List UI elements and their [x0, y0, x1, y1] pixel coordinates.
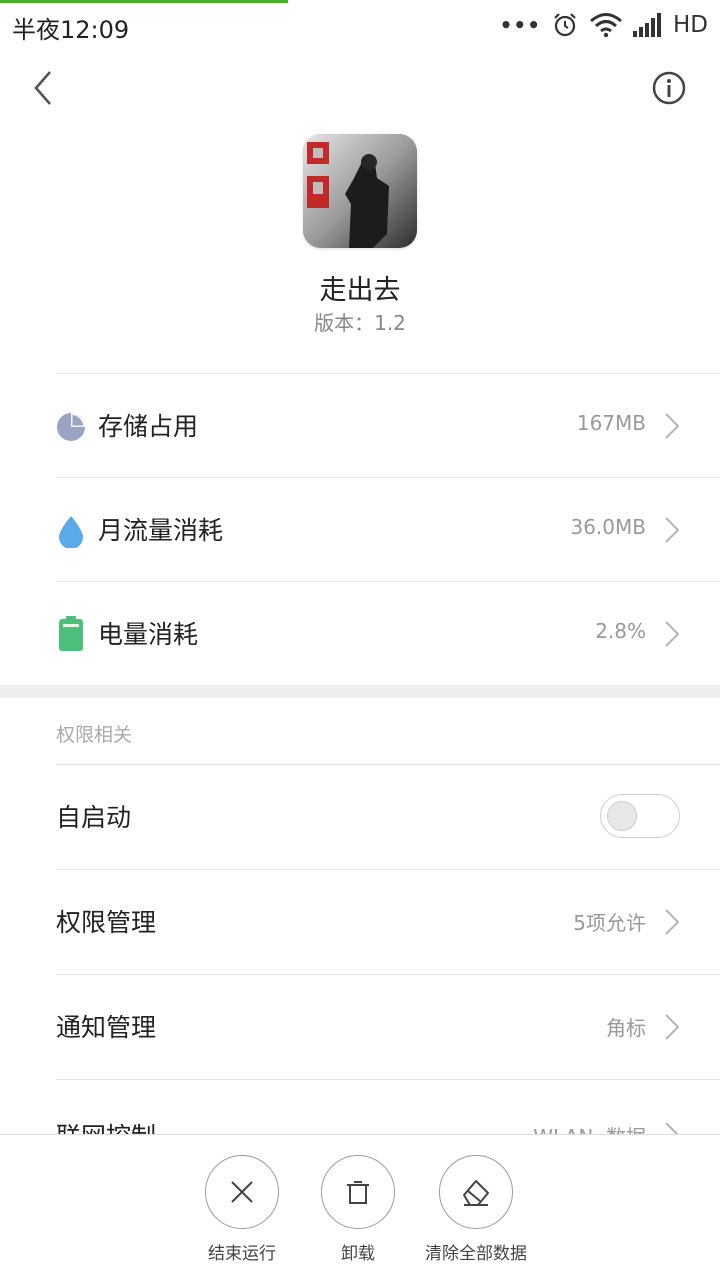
pie-chart-icon	[57, 413, 85, 441]
app-icon-artwork	[303, 134, 417, 248]
water-drop-icon	[59, 516, 83, 548]
storage-usage-label: 存储占用	[98, 412, 199, 441]
chevron-right-icon	[665, 1014, 680, 1040]
close-icon	[231, 1181, 253, 1203]
notification-manage-label: 通知管理	[56, 1013, 157, 1042]
permissions-section-title: 权限相关	[56, 724, 133, 746]
data-usage-value: 36.0MB	[570, 515, 646, 539]
more-dots-icon: •••	[499, 13, 541, 37]
force-stop-circle	[205, 1155, 279, 1229]
chevron-left-icon	[34, 71, 51, 105]
chevron-right-icon	[665, 517, 680, 543]
wifi-icon	[590, 13, 622, 38]
info-icon	[652, 71, 686, 105]
clear-data-button[interactable]: 清除全部数据	[406, 1155, 546, 1264]
divider	[56, 1079, 720, 1080]
trash-icon	[347, 1181, 369, 1204]
section-separator	[0, 685, 720, 698]
uninstall-circle	[321, 1155, 395, 1229]
notification-manage-value: 角标	[606, 1016, 646, 1040]
network-type-label: HD	[672, 12, 708, 38]
notification-manage-row[interactable]: 通知管理 角标	[0, 975, 720, 1079]
alarm-icon	[554, 13, 576, 37]
battery-usage-row[interactable]: 电量消耗 2.8%	[0, 582, 720, 686]
clear-data-label: 清除全部数据	[425, 1244, 527, 1264]
permission-manage-row[interactable]: 权限管理 5项允许	[0, 870, 720, 974]
status-icons: ••• HD	[500, 8, 708, 42]
storage-usage-value: 167MB	[576, 411, 646, 435]
app-icon	[303, 134, 417, 248]
status-time: 半夜12:09	[12, 16, 130, 44]
storage-usage-row[interactable]: 存储占用 167MB	[0, 374, 720, 478]
battery-usage-value: 2.8%	[595, 619, 646, 643]
permission-manage-label: 权限管理	[56, 908, 157, 937]
status-bar: 半夜12:09 ••• HD	[0, 0, 720, 50]
bottom-action-bar: 结束运行 卸载 清除全部数据	[0, 1134, 720, 1281]
autostart-label: 自启动	[56, 803, 132, 832]
clear-data-circle	[439, 1155, 513, 1229]
data-usage-row[interactable]: 月流量消耗 36.0MB	[0, 478, 720, 582]
toggle-knob	[607, 801, 637, 831]
autostart-toggle[interactable]	[600, 794, 680, 838]
battery-icon	[59, 616, 83, 651]
app-info-button[interactable]	[651, 70, 687, 106]
permission-manage-value: 5项允许	[573, 911, 646, 935]
signal-icon	[632, 13, 661, 37]
back-button[interactable]	[26, 68, 62, 108]
chevron-right-icon	[665, 413, 680, 439]
app-version: 版本：1.2	[314, 311, 406, 335]
app-name: 走出去	[319, 275, 401, 306]
eraser-icon	[463, 1180, 489, 1206]
chevron-right-icon	[665, 909, 680, 935]
data-usage-label: 月流量消耗	[98, 516, 224, 545]
battery-usage-label: 电量消耗	[98, 620, 199, 649]
chevron-right-icon	[665, 621, 680, 647]
